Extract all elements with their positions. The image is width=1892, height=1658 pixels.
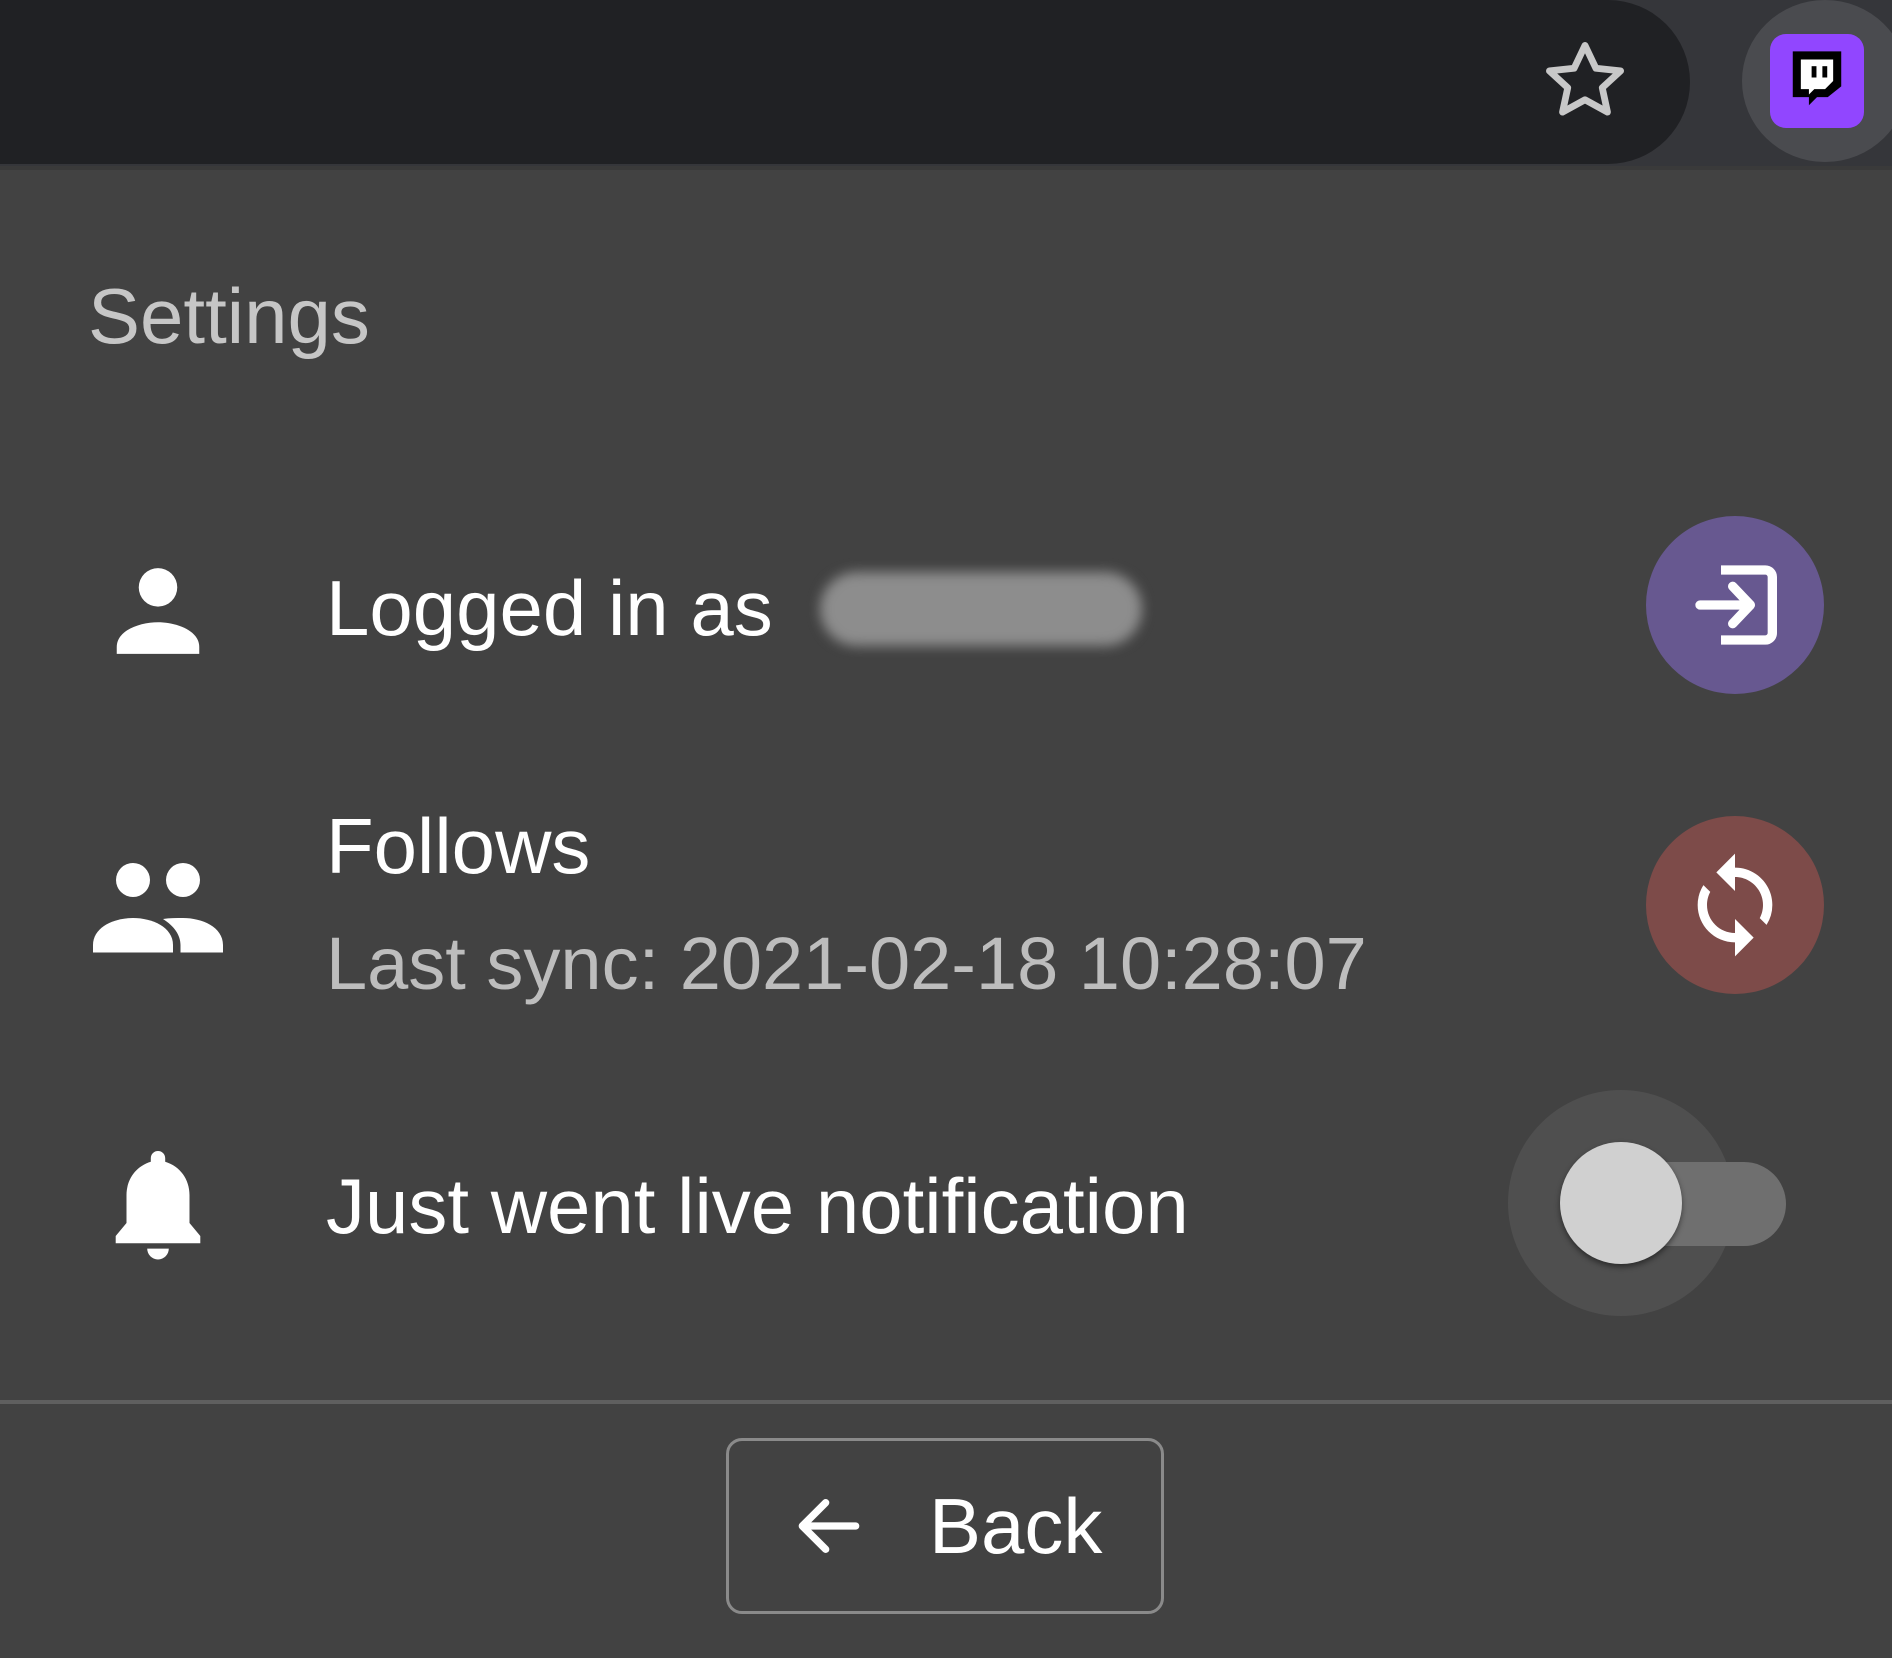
- footer-divider: [0, 1400, 1892, 1404]
- login-icon: [1695, 565, 1777, 645]
- person-icon: [100, 550, 216, 666]
- follows-label: Follows: [326, 802, 591, 890]
- people-icon: [88, 850, 228, 960]
- extension-button[interactable]: [1742, 0, 1892, 162]
- bookmark-star-button[interactable]: [1540, 36, 1630, 126]
- address-bar[interactable]: [0, 0, 1690, 164]
- star-outline-icon: [1546, 42, 1624, 116]
- sync-follows-button[interactable]: [1646, 816, 1824, 994]
- twitch-logo-icon: [1770, 34, 1864, 128]
- toggle-knob: [1560, 1142, 1682, 1264]
- sync-icon: [1697, 853, 1773, 957]
- back-label: Back: [929, 1482, 1103, 1570]
- bell-icon: [100, 1140, 216, 1270]
- page-title: Settings: [88, 272, 370, 360]
- toolbar-divider: [0, 166, 1892, 170]
- back-button[interactable]: Back: [726, 1438, 1164, 1614]
- redacted-username: [820, 572, 1142, 646]
- login-button[interactable]: [1646, 516, 1824, 694]
- arrow-left-icon: [789, 1486, 869, 1566]
- logged-in-label: Logged in as: [326, 564, 773, 652]
- live-notification-toggle[interactable]: [1508, 1090, 1808, 1320]
- last-sync-text: Last sync: 2021-02-18 10:28:07: [326, 922, 1367, 1005]
- notification-label: Just went live notification: [326, 1162, 1189, 1250]
- browser-toolbar: [0, 0, 1892, 166]
